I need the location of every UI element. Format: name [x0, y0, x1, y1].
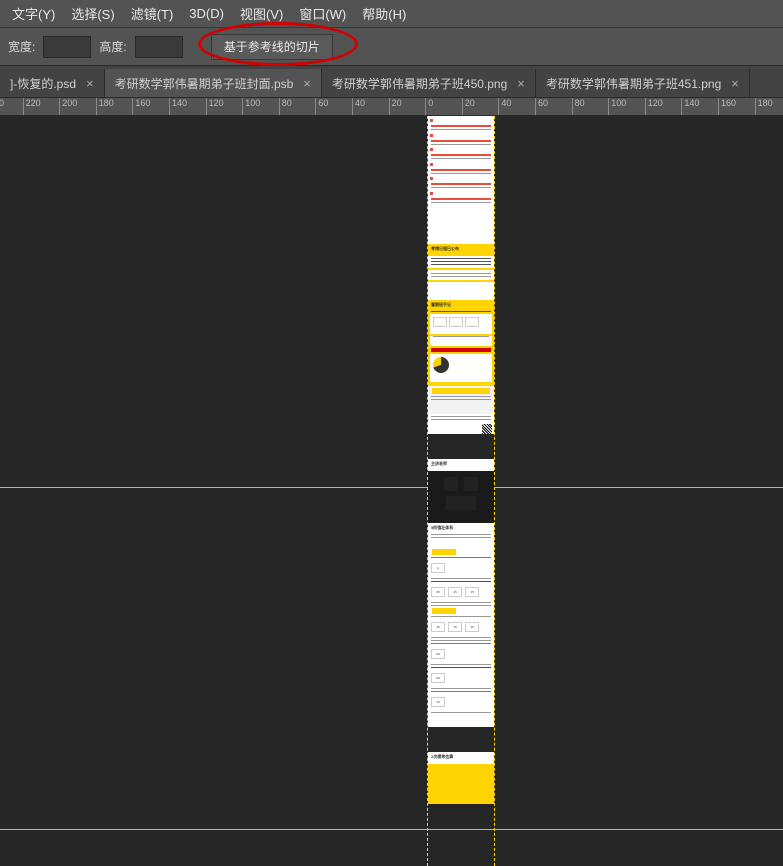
ruler-tick: 20	[389, 98, 402, 116]
height-input[interactable]	[135, 36, 183, 58]
ruler-tick: 40	[352, 98, 365, 116]
ruler-tick: 100	[608, 98, 626, 116]
tab-title: 考研数学郭伟暑期弟子班封面.psb	[115, 75, 294, 92]
ruler-tick: 160	[132, 98, 150, 116]
document-tab[interactable]: ]-恢复的.psd ×	[0, 69, 105, 97]
menu-text[interactable]: 文字(Y)	[4, 0, 63, 27]
ruler-tick: 120	[645, 98, 663, 116]
photo-icon	[444, 477, 458, 491]
menu-view[interactable]: 视图(V)	[232, 0, 291, 27]
horizontal-guide[interactable]	[0, 487, 783, 488]
menu-select[interactable]: 选择(S)	[63, 0, 122, 27]
section-title: 5阶强壮体系	[428, 523, 494, 532]
tab-title: 考研数学郭伟暑期弟子班450.png	[332, 75, 507, 92]
menu-filter[interactable]: 滤镜(T)	[123, 0, 182, 27]
close-icon[interactable]: ×	[729, 76, 741, 91]
height-label: 高度:	[99, 38, 126, 55]
close-icon[interactable]: ×	[301, 76, 313, 91]
ruler-tick: 160	[718, 98, 736, 116]
pie-chart-icon	[433, 357, 449, 373]
close-icon[interactable]: ×	[515, 76, 527, 91]
tab-title: 考研数学郭伟暑期弟子班451.png	[546, 75, 721, 92]
ruler-tick: 40	[498, 98, 511, 116]
slice-from-guides-button[interactable]: 基于参考线的切片	[211, 34, 333, 60]
ruler-tick: 120	[206, 98, 224, 116]
horizontal-ruler[interactable]: 2402202001801601401201008060402002040608…	[0, 98, 783, 116]
ruler-tick: 60	[535, 98, 548, 116]
ruler-tick: 140	[169, 98, 187, 116]
close-icon[interactable]: ×	[84, 76, 96, 91]
menu-window[interactable]: 窗口(W)	[291, 0, 354, 27]
tab-title: ]-恢复的.psd	[10, 75, 76, 92]
section-title: 2次模考估算	[428, 752, 494, 761]
ruler-tick: 60	[315, 98, 328, 116]
ruler-tick: 100	[242, 98, 260, 116]
width-label: 宽度:	[8, 38, 35, 55]
width-input[interactable]	[43, 36, 91, 58]
ruler-tick: 180	[755, 98, 773, 116]
menu-3d[interactable]: 3D(D)	[181, 2, 232, 25]
document-tab[interactable]: 考研数学郭伟暑期弟子班450.png ×	[322, 69, 536, 97]
document-tab[interactable]: 考研数学郭伟暑期弟子班封面.psb ×	[105, 69, 322, 97]
ruler-tick: 200	[59, 98, 77, 116]
photo-icon	[446, 496, 476, 510]
horizontal-guide[interactable]	[0, 829, 783, 830]
section-title: 暑期班手记	[428, 300, 494, 309]
document-content: 考博日程已公布 暑期班手记	[428, 116, 494, 804]
section-title: 考博日程已公布	[428, 244, 494, 253]
section-title: 主讲老师	[428, 459, 494, 468]
ruler-tick: 20	[462, 98, 475, 116]
options-bar: 宽度: 高度: 基于参考线的切片	[0, 28, 783, 66]
ruler-tick: 140	[681, 98, 699, 116]
photo-icon	[464, 477, 478, 491]
menu-bar: 文字(Y) 选择(S) 滤镜(T) 3D(D) 视图(V) 窗口(W) 帮助(H…	[0, 0, 783, 28]
ruler-tick: 0	[425, 98, 433, 116]
ruler-tick: 240	[0, 98, 4, 116]
qrcode-icon	[482, 424, 492, 434]
document-tab-bar: ]-恢复的.psd × 考研数学郭伟暑期弟子班封面.psb × 考研数学郭伟暑期…	[0, 66, 783, 98]
menu-help[interactable]: 帮助(H)	[354, 0, 414, 27]
ruler-tick: 180	[96, 98, 114, 116]
canvas-area[interactable]: 考博日程已公布 暑期班手记	[0, 116, 783, 866]
document-tab[interactable]: 考研数学郭伟暑期弟子班451.png ×	[536, 69, 750, 97]
ruler-tick: 220	[23, 98, 41, 116]
ruler-tick: 80	[572, 98, 585, 116]
ruler-tick: 80	[279, 98, 292, 116]
